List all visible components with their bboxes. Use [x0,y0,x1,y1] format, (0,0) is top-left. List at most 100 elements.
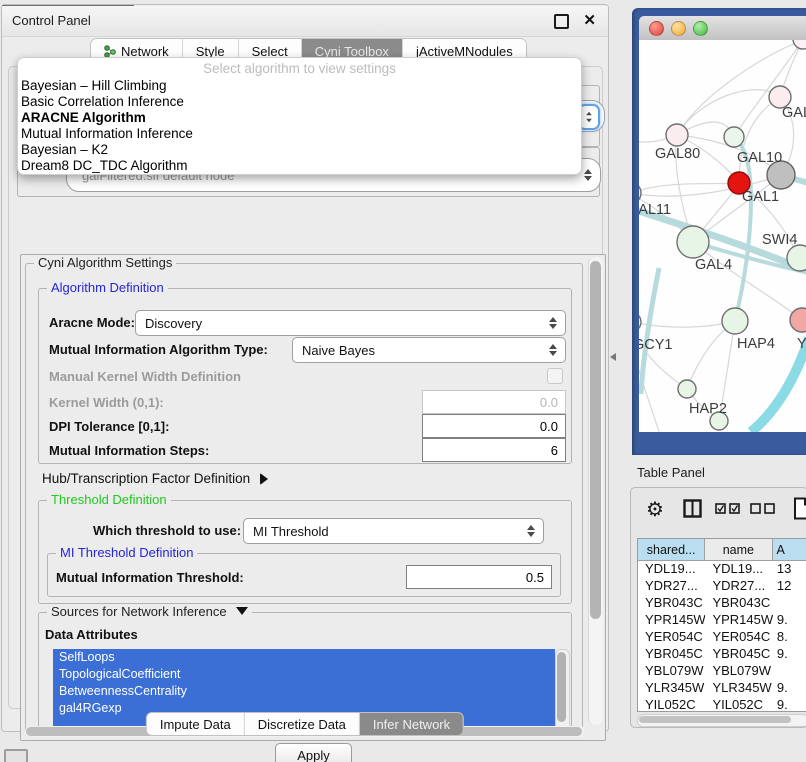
table-row[interactable]: YBR045C YBR045C 9. [638,646,806,663]
cell: 9. [773,697,806,712]
algorithm-option[interactable]: Bayesian – Hill Climbing [21,78,167,93]
control-panel-titlebar: Control Panel ✕ [2,6,608,37]
cell: 12 [773,578,806,595]
panel-splitter-grip[interactable] [610,353,616,361]
scrollbar-thumb[interactable] [639,716,791,723]
node-gcy1[interactable] [639,312,641,332]
node-hap4[interactable] [722,308,748,334]
apply-button-label: Apply [297,748,330,762]
mi-steps-field[interactable]: 6 [422,438,566,462]
table-panel-title: Table Panel [637,465,705,480]
mi-algorithm-type-combo[interactable]: Naive Bayes [292,337,566,363]
node-partial-top[interactable] [793,40,806,49]
apply-button[interactable]: Apply [275,743,352,762]
network-graph: GAL80 GAL10 GAL1 GAL11 GAL4 SWI4 GCY1 HA… [639,40,806,432]
kernel-width-field[interactable]: 0.0 [422,390,566,414]
node-y-salmon[interactable] [790,308,806,332]
mi-threshold-field[interactable]: 0.5 [406,565,552,589]
node-gal80[interactable] [666,124,688,146]
table-row[interactable]: YDL19... YDL19... 13 [638,561,806,578]
combo-stepper[interactable] [545,344,561,356]
close-traffic-light-icon[interactable] [649,21,664,36]
cell: YPR145W [705,612,772,629]
scrollbar-thumb[interactable] [590,261,601,619]
cell: YBR045C [638,646,705,663]
mi-algorithm-type-label: Mutual Information Algorithm Type: [49,342,268,357]
node-label: GCY1 [639,337,673,353]
table-row[interactable]: YBL079W YBL079W [638,663,806,680]
cell: YBL079W [705,663,772,680]
control-panel-title: Control Panel [12,13,91,28]
settings-vertical-scrollbar[interactable] [588,257,603,725]
node-gal10[interactable] [724,127,744,147]
table-row[interactable]: YIL052C YIL052C 9. [638,697,806,712]
sources-title-text: Sources for Network Inference [51,604,227,619]
cell: YIL052C [638,697,705,712]
network-window-titlebar[interactable] [639,16,806,41]
dpi-tolerance-field[interactable]: 0.0 [422,414,566,438]
manual-kernel-width-checkbox[interactable] [547,368,563,384]
algorithm-option[interactable]: Bayesian – K2 [21,142,108,157]
attributes-list-scrollbar[interactable] [555,649,570,735]
table-row[interactable]: YER054C YER054C 8. [638,629,806,646]
cell: YPR145W [638,612,705,629]
node-gal11[interactable] [639,182,641,204]
node-label: GAL4 [695,257,732,273]
deselect-all-checkboxes-icon[interactable] [750,503,776,514]
table-row[interactable]: YPR145W YPR145W 9. [638,612,806,629]
algorithm-option[interactable]: Dream8 DC_TDC Algorithm [21,158,188,173]
table-horizontal-scrollbar[interactable] [637,714,806,727]
algorithm-prompt: Select algorithm to view settings [18,61,581,76]
combo-stepper[interactable] [545,317,561,329]
node-swi4[interactable] [787,245,806,271]
cell: YDR27... [705,578,772,595]
mi-threshold-definition-title: MI Threshold Definition [56,545,197,560]
node-attribute-table[interactable]: shared... name A YDL19... YDL19... 13 YD… [637,538,806,712]
combo-stepper[interactable] [523,525,539,537]
node-label: HAP2 [689,401,727,417]
aracne-mode-combo[interactable]: Discovery [135,310,566,336]
list-item-selected[interactable]: SelfLoops [53,649,555,666]
tab-label: Impute Data [160,717,231,732]
which-threshold-combo[interactable]: MI Threshold [243,518,544,544]
expander-expanded-icon[interactable] [236,607,248,615]
node-hap2[interactable] [678,380,696,398]
zoom-traffic-light-icon[interactable] [693,21,708,36]
column-header-name[interactable]: name [705,539,772,561]
split-columns-icon[interactable] [683,499,702,518]
table-row[interactable]: YDR27... YDR27... 12 [638,578,806,595]
close-icon[interactable]: ✕ [583,11,596,29]
table-row[interactable]: YBR043C YBR043C [638,595,806,612]
which-threshold-label: Which threshold to use: [93,523,241,538]
list-item-selected[interactable]: BetweennessCentrality [53,683,555,700]
aracne-mode-label: Aracne Mode: [49,315,135,330]
collapsed-panel-icon[interactable] [4,749,28,762]
node-gal4[interactable] [677,226,709,258]
network-canvas[interactable]: GAL80 GAL10 GAL1 GAL11 GAL4 SWI4 GCY1 HA… [639,40,806,432]
tab-infer-network[interactable]: Infer Network [360,713,463,735]
column-header-partial[interactable]: A [773,539,806,561]
cell: YER054C [638,629,705,646]
algorithm-option-selected[interactable]: ARACNE Algorithm [21,110,146,125]
minimize-traffic-light-icon[interactable] [671,21,686,36]
table-header-row: shared... name A [638,539,806,561]
algorithm-option[interactable]: Basic Correlation Inference [21,94,184,109]
tab-discretize-data[interactable]: Discretize Data [245,713,360,735]
table-row[interactable]: YLR345W YLR345W 9. [638,680,806,697]
file-icon[interactable] [793,497,806,520]
column-header-shared-name[interactable]: shared... [638,539,705,561]
select-all-checkboxes-icon[interactable] [715,503,741,514]
tab-impute-data[interactable]: Impute Data [147,713,245,735]
network-view-window: GAL80 GAL10 GAL1 GAL11 GAL4 SWI4 GCY1 HA… [632,8,806,455]
list-item-selected[interactable]: TopologicalCoefficient [53,666,555,683]
gear-icon[interactable]: ⚙ [646,497,664,522]
node-label: GAL11 [639,202,671,218]
float-window-icon[interactable] [554,14,569,29]
hub-factor-expander[interactable]: Hub/Transcription Factor Definition [42,471,268,486]
combo-stepper[interactable] [580,169,596,181]
algorithm-option[interactable]: Mutual Information Inference [21,126,193,141]
cell: 13 [773,561,806,578]
node-label: HAP4 [737,336,775,352]
cell: YBL079W [638,663,705,680]
dpi-tolerance-label: DPI Tolerance [0,1]: [49,419,169,434]
